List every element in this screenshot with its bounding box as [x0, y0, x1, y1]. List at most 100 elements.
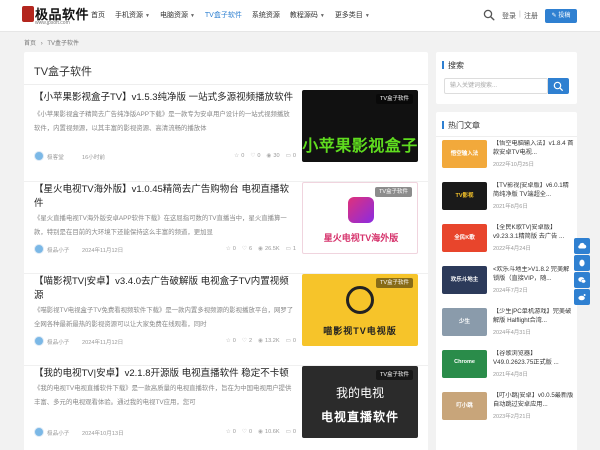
hot-article-title[interactable]: 【悟空电脑输入法】v1.8.4 首款安卓TV电视...: [493, 140, 574, 157]
list-item[interactable]: 【我的电视TV|安卓】v2.1.8开源版 电视直播软件 稳定不卡顿 《我的电视T…: [24, 366, 428, 450]
avatar[interactable]: [34, 336, 44, 346]
nav-label: 首页: [91, 12, 105, 19]
breadcrumb-home[interactable]: 首页: [24, 41, 36, 47]
hot-article-title[interactable]: 【少生|PC单机游戏】完美破解版 Halflight合湾...: [493, 308, 574, 325]
hot-article-thumbnail[interactable]: 全民K歌: [442, 224, 487, 252]
hot-article-item[interactable]: 全民K歌 【全民K歌TV|安卓版】v9.23.3.1精简版 去广告 ... 20…: [442, 224, 574, 254]
qq-button[interactable]: [574, 255, 590, 271]
hot-article-item[interactable]: Chrome 【谷歌浏览器】V49.0.2623.75正式版 ... 2021年…: [442, 350, 574, 380]
article-excerpt: 《小苹果影视盒子精简去广告纯净版APP下载》是一款专为安卓用户设计的一站式视频播…: [34, 111, 290, 132]
qq-icon: [579, 259, 585, 267]
hot-article-thumbnail[interactable]: 少生: [442, 308, 487, 336]
nav-item-mobile[interactable]: 手机资源 ▼: [110, 0, 155, 32]
article-excerpt: 《星火直播电视TV海外版安卓APP软件下载》在这屈指可数的TV直播当中，星火直播…: [34, 215, 287, 236]
thumbnail-text: 我的电视: [335, 386, 384, 400]
search-input[interactable]: [444, 78, 548, 94]
hot-article-title[interactable]: 【TV影视|安卓版】v6.0.1精简纯净版 TV端超全...: [493, 182, 574, 199]
nav-item-tv[interactable]: TV盒子软件: [200, 0, 247, 32]
article-meta: 极客堂 16小时前 ☆ 0 ♡ 0 ◉ 30 ▭ 0: [34, 151, 296, 163]
hot-article-thumbnail[interactable]: 欢乐斗地主: [442, 266, 487, 294]
post-button[interactable]: ✎ 投稿: [545, 9, 577, 23]
nav-label: 教程源码: [289, 12, 318, 19]
avatar[interactable]: [34, 427, 44, 437]
main-nav: 首页 手机资源 ▼ 电脑资源 ▼ TV盒子软件 系统资源 教程源码 ▼ 更多类目 ▼: [86, 0, 375, 32]
logo-url: www.jpsoft.com: [35, 20, 70, 26]
article-title[interactable]: 【小苹果影视盒子TV】v1.5.3纯净版 一站式多源视频播放软件: [34, 91, 296, 105]
article-meta: 极品小子 2024年11月12日 ☆ 0 ♡ 2 ◉ 13.2K ▭ 0: [34, 336, 296, 348]
author-name[interactable]: 极品小子: [47, 429, 69, 437]
comment-icon: ▭: [285, 246, 291, 252]
wechat-button[interactable]: [574, 272, 590, 288]
avatar[interactable]: [34, 151, 44, 161]
hot-thumbnail-text: TV影视: [455, 193, 474, 199]
weibo-button[interactable]: [574, 289, 590, 305]
hot-article-title[interactable]: 【叮小跳|安卓】v0.0.5最新版 自动跳过安卓应用...: [493, 392, 574, 409]
thumbnail-text: 星火电视TV海外版: [323, 233, 399, 243]
stat-views: ◉ 13.2K: [258, 338, 280, 344]
like-icon: ♡: [241, 429, 247, 435]
chevron-down-icon: ▼: [145, 13, 150, 19]
search-icon[interactable]: [483, 9, 495, 21]
download-button[interactable]: [574, 238, 590, 254]
article-title[interactable]: 【星火电视TV海外版】v1.0.45精简去广告购物台 电视直播软件: [34, 183, 296, 211]
author-name[interactable]: 极品小子: [47, 338, 69, 346]
hot-article-title[interactable]: <欢乐斗地主>V1.8.2 完美解锁版（直接VIP，随...: [493, 266, 574, 283]
hot-article-thumbnail[interactable]: Chrome: [442, 350, 487, 378]
post-date: 2024年11月12日: [82, 248, 124, 254]
article-title[interactable]: 【我的电视TV|安卓】v2.1.8开源版 电视直播软件 稳定不卡顿: [34, 367, 296, 381]
wechat-icon: [578, 277, 586, 284]
hot-article-thumbnail[interactable]: TV影视: [442, 182, 487, 210]
list-item[interactable]: 【小苹果影视盒子TV】v1.5.3纯净版 一站式多源视频播放软件 《小苹果影视盒…: [24, 90, 428, 182]
stat-views: ◉ 30: [266, 153, 280, 159]
nav-label: 电脑资源: [159, 12, 188, 19]
article-list: TV盒子软件 【小苹果影视盒子TV】v1.5.3纯净版 一站式多源视频播放软件 …: [24, 52, 428, 450]
hot-article-item[interactable]: 少生 【少生|PC单机游戏】完美破解版 Halflight合湾... 2024年…: [442, 308, 574, 338]
article-title[interactable]: 【喵影视TV|安卓】v3.4.0去广告破解版 电视盒子TV内置视频源: [34, 275, 296, 303]
register-link[interactable]: 注册: [524, 11, 538, 21]
nav-item-system[interactable]: 系统资源: [247, 0, 285, 32]
avatar[interactable]: [34, 244, 44, 254]
hot-thumbnail-text: 叮小跳: [456, 403, 473, 409]
hot-article-title[interactable]: 【全民K歌TV|安卓版】v9.23.3.1精简版 去广告 ...: [493, 224, 574, 241]
hot-thumbnail-text: 全民K歌: [454, 235, 475, 241]
hot-article-title[interactable]: 【谷歌浏览器】V49.0.2623.75正式版 ...: [493, 350, 574, 367]
eye-icon: ◉: [258, 246, 263, 252]
nav-item-tutorial[interactable]: 教程源码 ▼: [285, 0, 330, 32]
stat-views: ◉ 26.5K: [258, 246, 280, 252]
author-name[interactable]: 极品小子: [47, 246, 69, 254]
list-item[interactable]: 【喵影视TV|安卓】v3.4.0去广告破解版 电视盒子TV内置视频源 《喵影视T…: [24, 274, 428, 366]
list-item[interactable]: 【星火电视TV海外版】v1.0.45精简去广告购物台 电视直播软件 《星火直播电…: [24, 182, 428, 274]
title-divider: [24, 84, 428, 85]
hot-article-item[interactable]: 欢乐斗地主 <欢乐斗地主>V1.8.2 完美解锁版（直接VIP，随... 202…: [442, 266, 574, 296]
hot-article-thumbnail[interactable]: 悟空输入法: [442, 140, 487, 168]
login-link[interactable]: 登录: [502, 11, 516, 21]
nav-item-more[interactable]: 更多类目 ▼: [330, 0, 375, 32]
article-thumbnail[interactable]: TV盒子软件 喵影视TV电视版: [302, 274, 418, 346]
hot-article-item[interactable]: TV影视 【TV影视|安卓版】v6.0.1精简纯净版 TV端超全... 2021…: [442, 182, 574, 212]
like-icon: ♡: [241, 246, 247, 252]
article-thumbnail[interactable]: TV盒子软件 星火电视TV海外版: [302, 182, 418, 254]
chevron-down-icon: ▼: [189, 13, 195, 19]
author-name[interactable]: 极客堂: [47, 153, 64, 161]
thumbnail-subtext: 电视直播软件: [320, 410, 399, 424]
app-logo-icon: [348, 197, 374, 223]
breadcrumb-current[interactable]: TV盒子软件: [47, 41, 79, 47]
site-logo[interactable]: 极品软件 www.jpsoft.com: [22, 4, 89, 28]
like-icon: ♡: [250, 153, 256, 159]
nav-item-pc[interactable]: 电脑资源 ▼: [155, 0, 200, 32]
weibo-icon: [578, 294, 586, 301]
article-excerpt: 《喵影视TV电视盒子TV免费看视频软件下载》是一款内置多视频源的影视播放平台，网…: [34, 307, 294, 328]
hot-article-date: 2023年2月21日: [493, 414, 531, 420]
hot-article-item[interactable]: 悟空输入法 【悟空电脑输入法】v1.8.4 首款安卓TV电视... 2022年1…: [442, 140, 574, 170]
hot-article-thumbnail[interactable]: 叮小跳: [442, 392, 487, 420]
hot-article-item[interactable]: 叮小跳 【叮小跳|安卓】v0.0.5最新版 自动跳过安卓应用... 2023年2…: [442, 392, 574, 422]
article-thumbnail[interactable]: TV盒子软件 我的电视 电视直播软件: [302, 366, 418, 438]
eye-icon: ◉: [258, 338, 263, 344]
search-button[interactable]: [548, 78, 569, 94]
sidebar-hot-articles: 热门文章 悟空输入法 【悟空电脑输入法】v1.8.4 首款安卓TV电视... 2…: [436, 112, 577, 450]
article-thumbnail[interactable]: TV盒子软件 小苹果影视盒子: [302, 90, 418, 162]
stat-like: ♡ 0: [241, 429, 253, 435]
thumbnail-tag: TV盒子软件: [375, 94, 413, 104]
stat-star: ☆ 0: [225, 246, 236, 252]
nav-item-home[interactable]: 首页: [86, 0, 110, 32]
